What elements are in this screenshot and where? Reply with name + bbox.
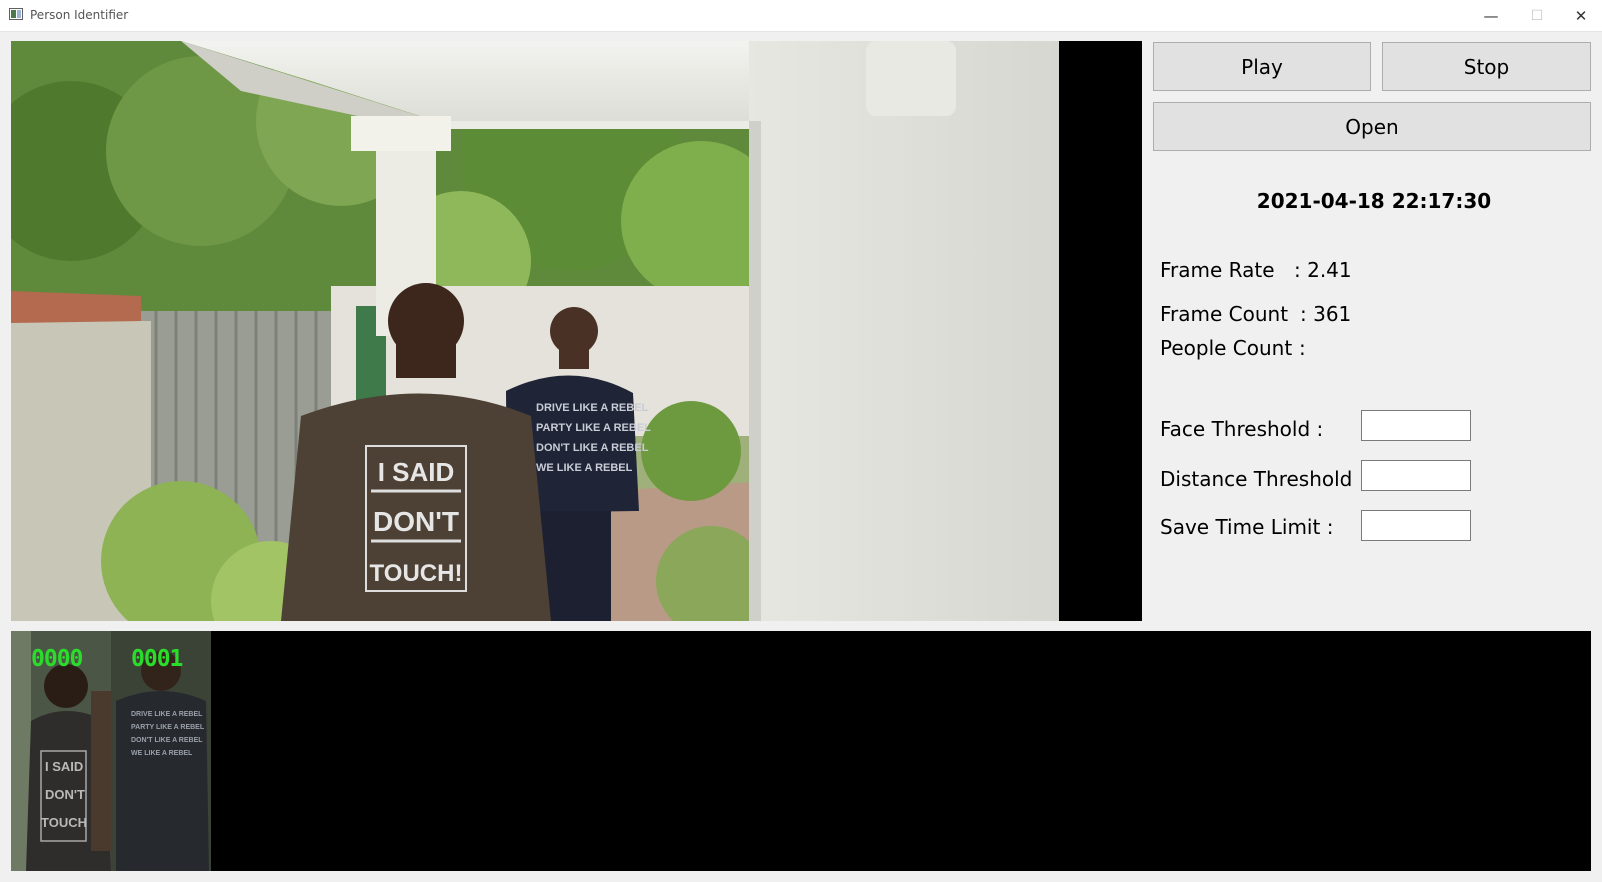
frame-count-value: : 361 xyxy=(1300,302,1352,326)
svg-text:I SAID: I SAID xyxy=(45,759,83,774)
svg-text:DON'T LIKE A REBEL: DON'T LIKE A REBEL xyxy=(536,442,649,454)
app-icon xyxy=(9,8,23,20)
svg-text:PARTY LIKE A REBEL: PARTY LIKE A REBEL xyxy=(536,422,651,434)
shirt-text-line-1: I SAID xyxy=(378,457,455,487)
face-threshold-label: Face Threshold : xyxy=(1160,417,1324,441)
svg-text:DRIVE LIKE A REBEL: DRIVE LIKE A REBEL xyxy=(536,402,649,414)
stop-button-label: Stop xyxy=(1463,54,1510,79)
shirt-text-line-2: DON'T xyxy=(373,506,459,537)
minimize-button[interactable]: — xyxy=(1468,0,1514,31)
identified-persons-gallery: I SAID DON'T TOUCH DRIVE LIKE A REBEL PART… xyxy=(11,631,1591,871)
close-button[interactable]: ✕ xyxy=(1558,0,1602,31)
window-title: Person Identifier xyxy=(30,8,129,22)
svg-text:DRIVE LIKE A REBEL: DRIVE LIKE A REBEL xyxy=(131,711,203,718)
svg-text:DON'T LIKE A REBEL: DON'T LIKE A REBEL xyxy=(131,737,203,744)
frame-rate-value: : 2.41 xyxy=(1294,258,1352,282)
svg-text:PARTY LIKE A REBEL: PARTY LIKE A REBEL xyxy=(131,724,205,731)
open-button[interactable]: Open xyxy=(1153,102,1591,151)
face-threshold-input[interactable] xyxy=(1361,410,1471,441)
people-count-label: People Count xyxy=(1160,336,1293,360)
person-thumbnails: I SAID DON'T TOUCH DRIVE LIKE A REBEL PART… xyxy=(11,631,211,871)
video-frame-image: DRIVE LIKE A REBEL PARTY LIKE A REBEL DO… xyxy=(11,41,1059,621)
video-display: DRIVE LIKE A REBEL PARTY LIKE A REBEL DO… xyxy=(11,41,1142,621)
play-button-label: Play xyxy=(1241,54,1283,79)
distance-threshold-input[interactable] xyxy=(1361,460,1471,491)
open-button-label: Open xyxy=(1345,114,1399,139)
title-bar: Person Identifier — ☐ ✕ xyxy=(0,0,1602,32)
person-id-label: 0001 xyxy=(131,646,183,672)
distance-threshold-label: Distance Threshold : xyxy=(1160,467,1366,491)
save-time-limit-label: Save Time Limit : xyxy=(1160,515,1334,539)
play-button[interactable]: Play xyxy=(1153,42,1371,91)
svg-text:TOUCH: TOUCH xyxy=(41,815,87,830)
datetime-display: 2021-04-18 22:17:30 xyxy=(1256,189,1492,213)
frame-count-label: Frame Count xyxy=(1160,302,1289,326)
maximize-button[interactable]: ☐ xyxy=(1514,0,1560,31)
video-frame: DRIVE LIKE A REBEL PARTY LIKE A REBEL DO… xyxy=(11,41,1059,621)
svg-text:WE LIKE A REBEL: WE LIKE A REBEL xyxy=(536,462,633,474)
stop-button[interactable]: Stop xyxy=(1382,42,1591,91)
svg-text:WE LIKE A REBEL: WE LIKE A REBEL xyxy=(131,750,193,757)
close-icon: ✕ xyxy=(1574,6,1588,25)
frame-rate-label: Frame Rate xyxy=(1160,258,1275,282)
person-id-label: 0000 xyxy=(31,646,83,672)
save-time-limit-input[interactable] xyxy=(1361,510,1471,541)
maximize-icon: ☐ xyxy=(1530,7,1544,24)
shirt-text-line-3: TOUCH! xyxy=(370,560,463,587)
people-count-value: : xyxy=(1299,336,1306,360)
svg-text:DON'T: DON'T xyxy=(45,787,85,802)
minimize-icon: — xyxy=(1483,6,1499,25)
